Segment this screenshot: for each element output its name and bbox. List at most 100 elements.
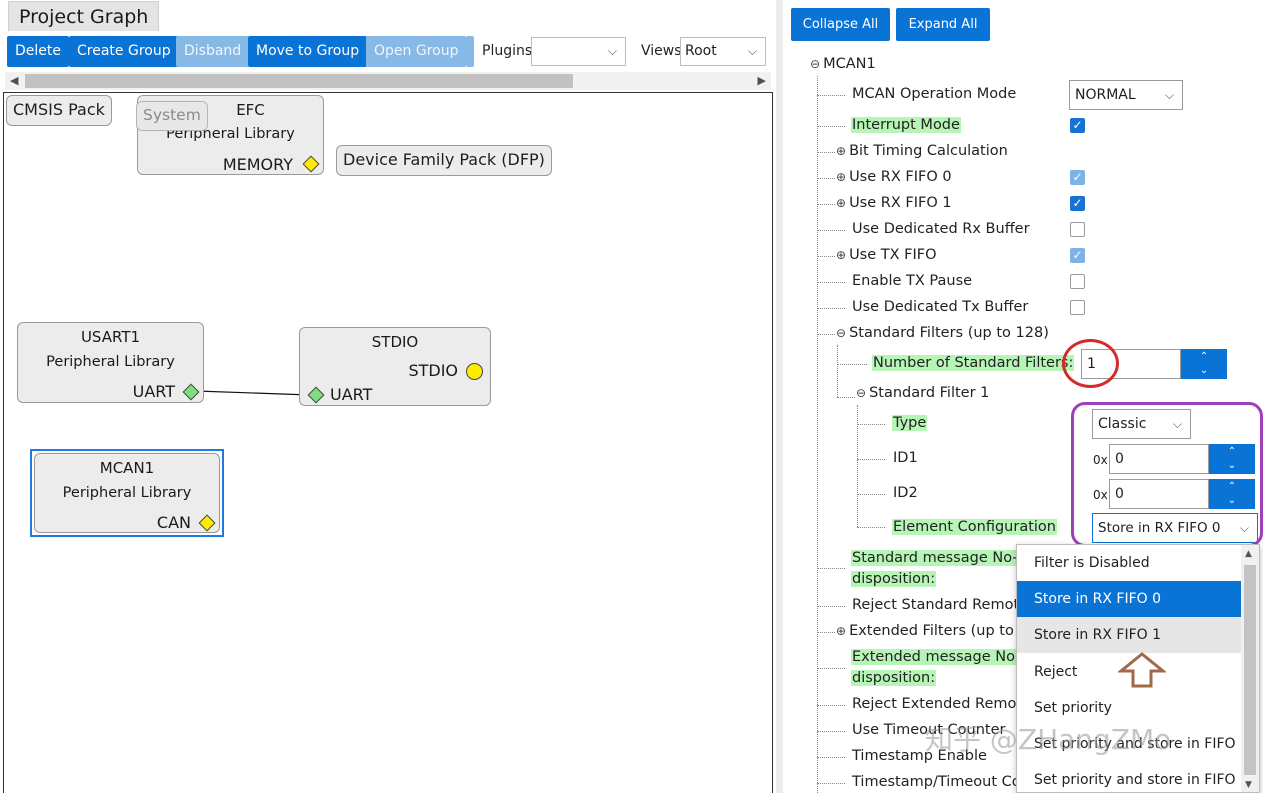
tree-guide-line: [837, 364, 867, 365]
collapse-minus-icon[interactable]: ⊖: [810, 57, 820, 71]
usart1-node[interactable]: USART1 Peripheral Library UART: [17, 322, 204, 403]
dropdown-option-hovered[interactable]: Store in RX FIFO 1: [1017, 617, 1241, 653]
tree-guide-line: [817, 76, 818, 793]
tree-guide-line: [817, 757, 845, 758]
use-tx-fifo-checkbox[interactable]: ✓: [1070, 248, 1085, 263]
enable-tx-pause-checkbox[interactable]: [1070, 274, 1085, 289]
expand-plus-icon[interactable]: ⊕: [836, 196, 846, 210]
tree-guide-line: [837, 397, 855, 398]
can-port-diamond-icon[interactable]: [198, 514, 216, 532]
up-arrow-annotation-icon: [1118, 652, 1166, 688]
views-select[interactable]: Root ⌵: [680, 37, 766, 66]
system-group-node[interactable]: System: [136, 101, 208, 131]
bit-timing-row[interactable]: ⊕ Bit Timing Calculation: [836, 143, 1008, 159]
scroll-up-arrow-icon[interactable]: ▲: [1245, 549, 1252, 559]
mcan1-node[interactable]: MCAN1 Peripheral Library CAN: [34, 453, 220, 533]
use-rx-fifo1-row[interactable]: ⊕ Use RX FIFO 1: [836, 195, 952, 211]
tree-guide-line: [817, 204, 835, 205]
use-tx-fifo-row[interactable]: ⊕ Use TX FIFO: [836, 247, 937, 263]
dropdown-option[interactable]: Filter is Disabled: [1017, 545, 1241, 581]
stdio-title: STDIO: [371, 333, 419, 351]
collapse-minus-icon[interactable]: ⊖: [836, 326, 846, 340]
interrupt-mode-label: Interrupt Mode: [851, 117, 961, 133]
dropdown-scrollbar[interactable]: ▲ ▼: [1241, 545, 1259, 792]
standard-filters-label: Standard Filters (up to 128): [849, 325, 1049, 341]
tree-guide-line: [857, 494, 885, 495]
move-to-group-button[interactable]: Move to Group: [248, 36, 368, 67]
dropdown-option[interactable]: Set priority and store in FIFO 1: [1017, 762, 1249, 792]
collapse-minus-icon[interactable]: ⊖: [856, 386, 866, 400]
scroll-down-arrow-icon[interactable]: ▼: [1245, 780, 1252, 790]
use-dedicated-tx-checkbox[interactable]: [1070, 300, 1085, 315]
memory-port-diamond-icon[interactable]: [302, 155, 320, 173]
use-rx-fifo0-checkbox[interactable]: ✓: [1070, 170, 1085, 185]
standard-filter1-label: Standard Filter 1: [869, 385, 990, 401]
num-std-filters-spinner[interactable]: ⌃ ⌄: [1181, 349, 1227, 379]
dfp-node[interactable]: Device Family Pack (DFP): [336, 145, 552, 176]
tree-root-label: MCAN1: [823, 56, 876, 72]
use-rx-fifo1-label: Use RX FIFO 1: [849, 195, 952, 211]
cmsis-pack-node[interactable]: CMSIS Pack: [6, 95, 112, 126]
project-graph-tab[interactable]: Project Graph: [8, 1, 160, 31]
chevron-down-icon: ⌵: [747, 44, 757, 58]
scroll-right-arrow-icon[interactable]: ▶: [758, 72, 766, 90]
chevron-down-icon: ⌵: [607, 44, 617, 58]
expand-plus-icon[interactable]: ⊕: [836, 248, 846, 262]
tree-guide-line: [817, 256, 835, 257]
enable-tx-pause-label: Enable TX Pause: [852, 273, 973, 289]
graph-canvas[interactable]: CMSIS Pack EFC Peripheral Library MEMORY…: [3, 92, 773, 793]
tree-guide-line: [817, 783, 845, 784]
collapse-all-button[interactable]: Collapse All: [791, 8, 890, 41]
uart-input-diamond-icon[interactable]: [307, 386, 325, 404]
element-config-label: Element Configuration: [892, 519, 1057, 535]
tree-root-mcan1[interactable]: ⊖ MCAN1: [810, 56, 876, 72]
dropdown-scrollbar-thumb[interactable]: [1244, 565, 1256, 775]
scrollbar-thumb[interactable]: [25, 74, 573, 88]
expand-plus-icon[interactable]: ⊕: [836, 170, 846, 184]
tree-guide-line: [817, 282, 845, 283]
open-group-button[interactable]: Open Group: [366, 36, 467, 67]
use-rx-fifo1-checkbox[interactable]: ✓: [1070, 196, 1085, 211]
expand-all-button[interactable]: Expand All: [896, 8, 990, 41]
standard-filter1-row[interactable]: ⊖ Standard Filter 1: [856, 385, 989, 401]
extended-filters-row[interactable]: ⊕ Extended Filters (up to 64: [836, 623, 1037, 639]
disband-button[interactable]: Disband: [176, 36, 250, 67]
scroll-left-arrow-icon[interactable]: ◀: [10, 72, 18, 90]
mcan1-can-port-label: CAN: [156, 513, 191, 532]
uart-port-diamond-icon[interactable]: [182, 383, 200, 401]
ext-nomatch-label-line1: Extended message No-M: [851, 649, 1016, 665]
interrupt-mode-checkbox[interactable]: ✓: [1070, 118, 1085, 133]
standard-filters-row[interactable]: ⊖ Standard Filters (up to 128): [836, 325, 1049, 341]
tree-guide-line: [857, 527, 885, 528]
operation-mode-select[interactable]: NORMAL ⌵: [1069, 80, 1183, 110]
tree-guide-line: [817, 95, 845, 96]
tree-guide-line: [817, 308, 845, 309]
id1-label: ID1: [893, 450, 918, 466]
reject-ext-remote-label: Reject Extended Remote: [852, 696, 1031, 712]
tree-guide-line: [817, 705, 845, 706]
tree-guide-line: [817, 606, 845, 607]
dropdown-option-selected[interactable]: Store in RX FIFO 0: [1017, 581, 1241, 617]
delete-button[interactable]: Delete: [7, 36, 69, 67]
expand-plus-icon[interactable]: ⊕: [836, 144, 846, 158]
tree-guide-line: [817, 568, 845, 569]
tree-guide-line: [817, 668, 845, 669]
create-group-button[interactable]: Create Group: [69, 36, 179, 67]
horizontal-scrollbar[interactable]: ◀ ▶: [5, 72, 771, 90]
use-dedicated-tx-label: Use Dedicated Tx Buffer: [852, 299, 1029, 315]
plugins-select[interactable]: ⌵: [531, 37, 626, 66]
timestamp-timeout-label: Timestamp/Timeout Cou: [852, 774, 1030, 790]
operation-mode-value: NORMAL: [1075, 87, 1136, 103]
stdio-node[interactable]: STDIO STDIO UART: [299, 327, 491, 406]
tree-guide-line: [817, 230, 845, 231]
use-rx-fifo0-row[interactable]: ⊕ Use RX FIFO 0: [836, 169, 952, 185]
ext-nomatch-label-line2: disposition:: [851, 670, 937, 686]
clipped-toolbar-button[interactable]: [466, 36, 474, 67]
tree-guide-line: [817, 178, 835, 179]
stdio-port-circle-icon[interactable]: [466, 363, 483, 380]
pane-splitter[interactable]: [776, 0, 783, 793]
expand-plus-icon[interactable]: ⊕: [836, 624, 846, 638]
bit-timing-label: Bit Timing Calculation: [849, 143, 1008, 159]
use-tx-fifo-label: Use TX FIFO: [849, 247, 937, 263]
use-dedicated-rx-checkbox[interactable]: [1070, 222, 1085, 237]
